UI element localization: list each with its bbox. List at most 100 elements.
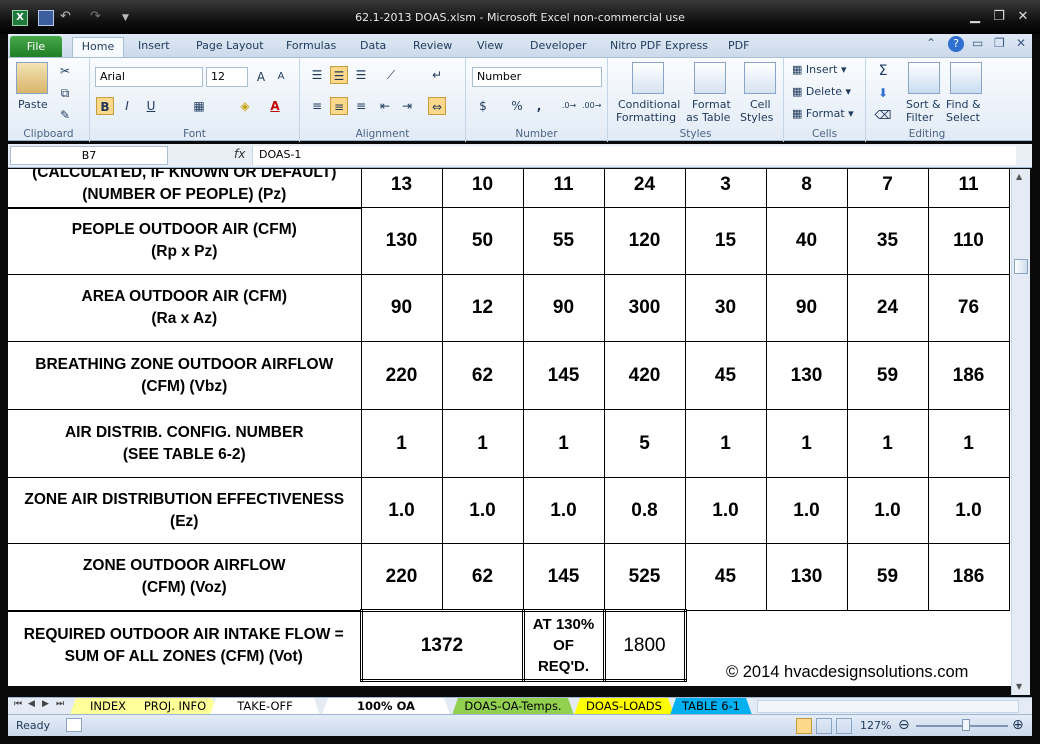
row-label[interactable]: BREATHING ZONE OUTDOOR AIRFLOW (CFM) (Vbz… — [8, 341, 362, 410]
format-painter-icon[interactable]: ✎ — [56, 106, 74, 124]
tab-pdf[interactable]: PDF — [728, 37, 749, 58]
row-label[interactable]: AREA OUTDOOR AIR (CFM) (Ra x Az) — [8, 274, 362, 342]
value-cell[interactable]: 90 — [765, 274, 848, 342]
tab-developer[interactable]: Developer — [530, 37, 587, 58]
underline-button[interactable]: U — [142, 97, 160, 115]
format-as-table-icon[interactable] — [694, 62, 726, 94]
bold-button[interactable]: B — [96, 97, 114, 115]
tab-data[interactable]: Data — [360, 37, 386, 58]
minimize-ribbon-icon[interactable]: ⌃ — [926, 36, 936, 50]
value-cell[interactable]: 45 — [684, 341, 767, 410]
delete-cells-button[interactable]: ▦ Delete ▾ — [792, 85, 851, 98]
tab-home[interactable]: Home — [72, 37, 124, 58]
value-cell[interactable]: 12 — [441, 274, 524, 342]
value-cell[interactable]: 110 — [927, 207, 1010, 275]
sheet-tab[interactable]: TAKE-OFF FORM — [210, 698, 320, 715]
tab-page-layout[interactable]: Page Layout — [196, 37, 264, 58]
value-cell[interactable]: 13 — [360, 169, 443, 208]
value-cell[interactable]: 1.0 — [522, 477, 605, 544]
value-cell[interactable]: 130 — [765, 341, 848, 410]
value-cell[interactable]: 1 — [684, 409, 767, 478]
align-middle-icon[interactable]: ☰ — [330, 66, 348, 84]
sheet-tab[interactable]: DOAS-OA-Temps. — [452, 698, 574, 715]
paste-button[interactable]: Paste — [18, 98, 48, 111]
comma-button[interactable]: , — [530, 97, 548, 115]
increase-indent-icon[interactable]: ⇥ — [398, 97, 416, 115]
value-cell[interactable]: 0.8 — [603, 477, 686, 544]
zoom-slider-thumb[interactable] — [962, 719, 970, 731]
name-box[interactable]: B7 — [10, 146, 168, 165]
value-cell[interactable]: 3 — [684, 169, 767, 208]
increase-decimal-icon[interactable]: .0→ — [560, 97, 578, 115]
value-cell[interactable]: 1 — [441, 409, 524, 478]
prev-sheet-icon[interactable]: ◀ — [28, 699, 35, 709]
borders-icon[interactable]: ▦ — [190, 97, 208, 115]
value-cell[interactable]: 50 — [441, 207, 524, 275]
shrink-font-icon[interactable]: A — [272, 68, 290, 86]
format-as-table-button[interactable]: Format — [692, 98, 731, 111]
sort-filter-icon[interactable] — [908, 62, 940, 94]
font-name-select[interactable]: Arial — [95, 67, 203, 87]
currency-button[interactable]: $ — [474, 97, 492, 115]
sort-filter-button[interactable]: Sort & — [906, 98, 941, 111]
tab-review[interactable]: Review — [413, 37, 452, 58]
value-cell[interactable]: 1.0 — [441, 477, 524, 544]
next-sheet-icon[interactable]: ▶ — [42, 699, 49, 709]
value-cell[interactable]: 145 — [522, 543, 605, 611]
scroll-thumb[interactable] — [1014, 259, 1028, 274]
value-cell[interactable]: 1 — [360, 409, 443, 478]
macro-record-icon[interactable] — [66, 718, 82, 732]
align-top-icon[interactable]: ☰ — [308, 66, 326, 84]
align-bottom-icon[interactable]: ☰ — [352, 66, 370, 84]
value-cell[interactable]: 55 — [522, 207, 605, 275]
value-cell[interactable]: 11 — [927, 169, 1010, 208]
vertical-scrollbar[interactable]: ▲ ▼ — [1011, 169, 1030, 695]
value-cell[interactable]: 1.0 — [846, 477, 929, 544]
value-cell[interactable]: 220 — [360, 341, 443, 410]
sheet-tab[interactable]: PROJ. INFO — [132, 698, 218, 715]
close-icon[interactable]: ✕ — [1014, 10, 1032, 26]
value-cell[interactable]: 24 — [846, 274, 929, 342]
normal-view-icon[interactable] — [796, 718, 812, 734]
grow-font-icon[interactable]: A — [252, 68, 270, 86]
conditional-formatting-button[interactable]: Conditional — [618, 98, 680, 111]
doc-minimize-icon[interactable]: ▭ — [972, 36, 983, 50]
value-cell[interactable]: 10 — [441, 169, 524, 208]
value-cell[interactable]: 1.0 — [360, 477, 443, 544]
find-select-icon[interactable] — [950, 62, 982, 94]
value-cell[interactable]: 30 — [684, 274, 767, 342]
copy-icon[interactable]: ⧉ — [56, 84, 74, 102]
value-cell[interactable]: 186 — [927, 543, 1010, 611]
zoom-in-icon[interactable]: ⊕ — [1012, 717, 1024, 733]
value-cell[interactable]: 76 — [927, 274, 1010, 342]
value-cell[interactable]: 11 — [522, 169, 605, 208]
page-layout-view-icon[interactable] — [816, 718, 832, 734]
tab-nitro-pdf[interactable]: Nitro PDF Express — [610, 37, 708, 58]
fill-color-icon[interactable]: ◈ — [236, 97, 254, 115]
number-format-select[interactable]: Number — [472, 67, 602, 87]
sheet-tab[interactable]: TABLE 6-1 — [670, 698, 752, 715]
percent-button[interactable]: % — [508, 97, 526, 115]
value-cell[interactable]: 420 — [603, 341, 686, 410]
doc-close-icon[interactable]: ✕ — [1016, 36, 1026, 50]
value-cell[interactable]: 62 — [441, 543, 524, 611]
formula-input[interactable]: DOAS-1 — [252, 146, 1016, 165]
value-cell[interactable]: 130 — [765, 543, 848, 611]
align-right-icon[interactable]: ≡ — [352, 97, 370, 115]
font-color-icon[interactable]: A — [266, 97, 284, 115]
zoom-out-icon[interactable]: ⊖ — [898, 717, 910, 733]
value-cell[interactable]: 45 — [684, 543, 767, 611]
total-cell[interactable]: 1372 — [359, 609, 525, 682]
oversize-note[interactable]: AT 130% OF REQ'D. — [521, 609, 606, 682]
restore-icon[interactable]: ❐ — [990, 10, 1008, 26]
value-cell[interactable]: 1.0 — [927, 477, 1010, 544]
sheet-tab[interactable]: DOAS-LOADS — [574, 698, 674, 715]
row-label[interactable]: ZONE AIR DISTRIBUTION EFFECTIVENESS (Ez) — [8, 477, 362, 544]
value-cell[interactable]: 1 — [927, 409, 1010, 478]
cut-icon[interactable]: ✂ — [56, 62, 74, 80]
value-cell[interactable]: 59 — [846, 341, 929, 410]
scroll-down-icon[interactable]: ▼ — [1016, 682, 1022, 691]
align-center-icon[interactable]: ≡ — [330, 97, 348, 115]
value-cell[interactable]: 5 — [603, 409, 686, 478]
fill-icon[interactable]: ⬇ — [874, 84, 892, 102]
